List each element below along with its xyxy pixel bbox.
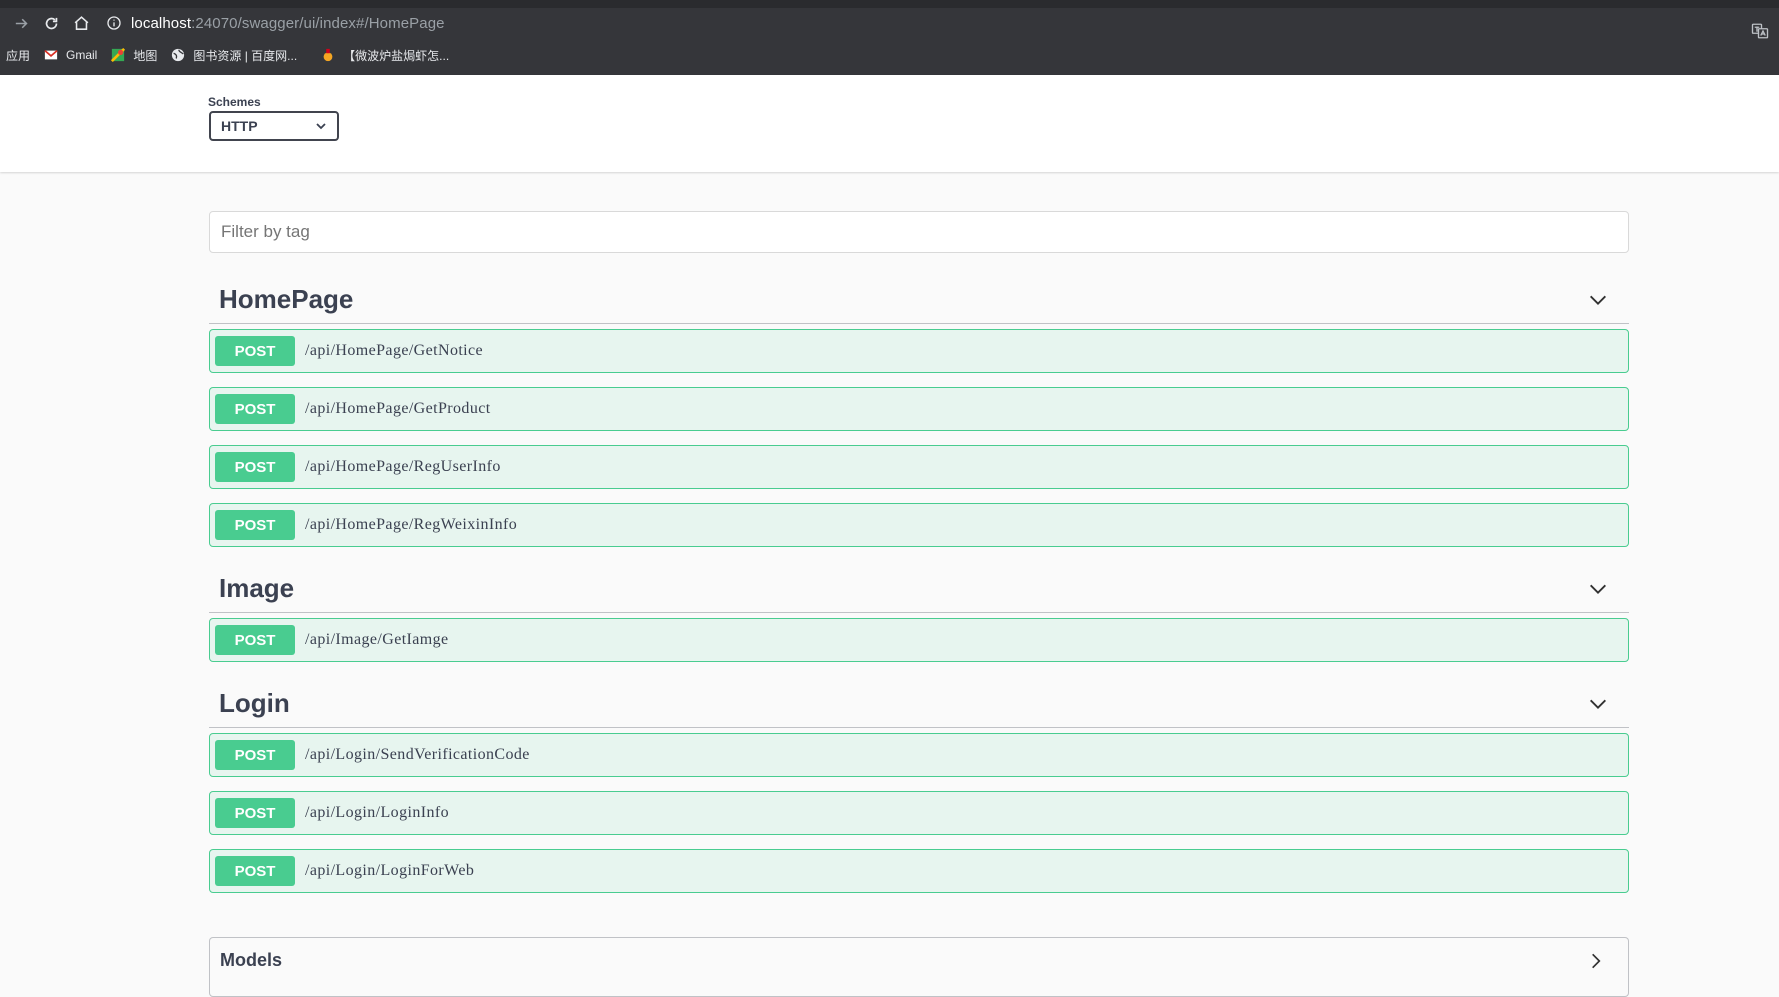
operation-path: /api/Image/GetIamge — [305, 631, 449, 648]
tab-strip — [0, 0, 1779, 8]
operation-row[interactable]: POST /api/HomePage/RegWeixinInfo — [209, 503, 1629, 547]
operation-row[interactable]: POST /api/HomePage/GetNotice — [209, 329, 1629, 373]
operation-path: /api/Login/SendVerificationCode — [305, 746, 530, 763]
url-path: :24070/swagger/ui/index#/HomePage — [191, 14, 445, 32]
bookmark-maps[interactable]: 地图 — [111, 42, 157, 68]
operation-row[interactable]: POST /api/HomePage/RegUserInfo — [209, 445, 1629, 489]
chevron-down-icon[interactable] — [1587, 578, 1609, 600]
bookmark-label: 地图 — [133, 48, 158, 63]
info-icon[interactable] — [106, 15, 122, 31]
globe-icon — [172, 48, 185, 62]
schemes-select[interactable]: HTTP — [209, 111, 339, 141]
operation-row[interactable]: POST /api/HomePage/GetProduct — [209, 387, 1629, 431]
bookmark-recipe[interactable]: 【微波炉盐焗虾怎... — [321, 42, 449, 68]
home-icon — [74, 15, 88, 30]
chevron-down-icon — [316, 123, 326, 130]
bookmark-label: Gmail — [66, 48, 98, 62]
bookmark-gmail[interactable]: Gmail — [44, 42, 97, 68]
arrow-right-icon — [15, 18, 28, 28]
method-badge: POST — [215, 798, 295, 828]
operation-row[interactable]: POST /api/Image/GetIamge — [209, 618, 1629, 662]
operation-path: /api/HomePage/RegUserInfo — [305, 458, 501, 475]
bookmark-apps[interactable]: 应用 — [6, 42, 30, 68]
reload-button[interactable] — [36, 8, 66, 38]
method-badge: POST — [215, 625, 295, 655]
bookmark-label: 图书资源 | 百度网... — [193, 48, 298, 63]
operation-path: /api/HomePage/GetNotice — [305, 342, 484, 359]
chevron-down-icon[interactable] — [1587, 693, 1609, 715]
method-badge: POST — [215, 510, 295, 540]
bookmark-books[interactable]: 图书资源 | 百度网... — [171, 42, 297, 68]
chevron-down-icon[interactable] — [1587, 289, 1609, 311]
schemes-selected-value: HTTP — [221, 118, 258, 134]
operation-path: /api/Login/LoginInfo — [305, 804, 449, 821]
address-bar[interactable]: localhost:24070/swagger/ui/index#/HomePa… — [106, 10, 445, 36]
forward-button[interactable] — [6, 8, 36, 38]
browser-chrome: localhost:24070/swagger/ui/index#/HomePa… — [0, 0, 1779, 75]
maps-icon — [111, 48, 126, 62]
method-badge: POST — [215, 740, 295, 770]
bookmark-label: 应用 — [6, 48, 31, 63]
method-badge: POST — [215, 856, 295, 886]
tag-homepage-header[interactable]: HomePage — [209, 276, 1629, 324]
method-badge: POST — [215, 394, 295, 424]
tag-image-header[interactable]: Image — [209, 565, 1629, 613]
translate-icon[interactable] — [1751, 22, 1769, 40]
tag-title: Image — [219, 573, 295, 603]
operation-row[interactable]: POST /api/Login/LoginInfo — [209, 791, 1629, 835]
method-badge: POST — [215, 336, 295, 366]
operation-path: /api/HomePage/GetProduct — [305, 400, 491, 417]
tag-title: Login — [219, 688, 290, 718]
schemes-section: Schemes HTTP — [0, 75, 1779, 172]
bookmark-label: 【微波炉盐焗虾怎... — [343, 48, 450, 63]
browser-toolbar: localhost:24070/swagger/ui/index#/HomePa… — [0, 8, 1779, 40]
filter-placeholder: Filter by tag — [221, 222, 310, 241]
operation-path: /api/HomePage/RegWeixinInfo — [305, 516, 518, 533]
method-badge: POST — [215, 452, 295, 482]
url-host: localhost — [131, 14, 192, 32]
bookmark-favicon-icon — [323, 48, 333, 62]
operation-row[interactable]: POST /api/Login/LoginForWeb — [209, 849, 1629, 893]
models-title: Models — [220, 950, 283, 970]
gmail-icon — [44, 49, 58, 60]
filter-input[interactable]: Filter by tag — [209, 211, 1629, 253]
bookmarks-bar: 应用 Gmail 地图 图书资源 | 百度网... 【微波炉盐焗虾怎... — [0, 42, 1779, 68]
chevron-right-icon[interactable] — [1586, 951, 1606, 971]
schemes-label: Schemes — [208, 95, 261, 109]
tag-login-header[interactable]: Login — [209, 680, 1629, 728]
models-section[interactable]: Models — [209, 937, 1629, 997]
operation-row[interactable]: POST /api/Login/SendVerificationCode — [209, 733, 1629, 777]
operation-path: /api/Login/LoginForWeb — [305, 862, 475, 879]
tag-title: HomePage — [219, 284, 354, 314]
reload-icon — [45, 17, 57, 29]
home-button[interactable] — [66, 8, 96, 38]
